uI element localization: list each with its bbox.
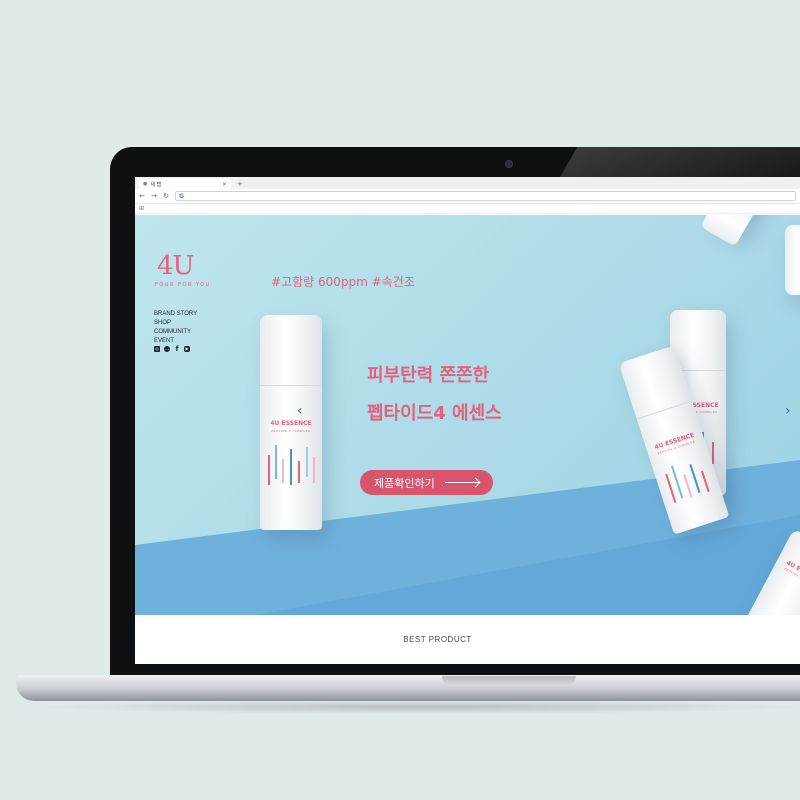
carousel-prev-arrow[interactable]: ‹ bbox=[297, 403, 303, 419]
site-logo[interactable]: 4U bbox=[157, 253, 194, 279]
hero-headline-line1: 피부탄력 쫀쫀한 bbox=[367, 365, 490, 386]
laptop-base bbox=[16, 675, 800, 701]
browser-tab-bar: ● 새 탭 × + bbox=[135, 177, 800, 189]
arrow-right-icon bbox=[444, 482, 479, 483]
instagram-icon[interactable]: ◎ bbox=[154, 346, 160, 352]
reload-icon[interactable]: ↻ bbox=[163, 192, 169, 200]
facebook-icon[interactable]: f bbox=[174, 346, 180, 353]
bottle-sub-label: PEPTIDE 4 COMPLEX bbox=[271, 429, 311, 433]
back-icon[interactable]: ← bbox=[139, 192, 145, 200]
tab-title: 새 탭 bbox=[150, 181, 162, 188]
apps-grid-icon[interactable]: ⊞ bbox=[139, 205, 144, 212]
google-icon: G bbox=[179, 192, 184, 200]
bookmarks-bar: ⊞ bbox=[135, 204, 800, 214]
kakaotalk-icon[interactable]: … bbox=[164, 346, 170, 352]
hero-hashtags: #고함량 600ppm #속건조 bbox=[271, 275, 415, 289]
webcam bbox=[505, 160, 513, 168]
cta-label: 제품확인하기 bbox=[374, 476, 435, 490]
nav-shop[interactable]: SHOP bbox=[154, 319, 197, 327]
new-tab-button[interactable]: + bbox=[237, 180, 243, 188]
laptop-screen: ● 새 탭 × + ← → ↻ G ⊞ 4U ESSENCE PEPTIDE 4… bbox=[135, 177, 800, 664]
browser-toolbar: ← → ↻ G bbox=[135, 189, 800, 204]
best-product-title: BEST PRODUCT bbox=[403, 635, 472, 644]
hero-headline: 피부탄력 쫀쫀한 펩타이드4 에센스 bbox=[367, 357, 502, 433]
nav-community[interactable]: COMMUNITY bbox=[154, 328, 197, 336]
bottle-label: 4U ESSENCE bbox=[270, 420, 312, 427]
product-check-button[interactable]: 제품확인하기 bbox=[360, 470, 493, 495]
best-product-section: BEST PRODUCT bbox=[135, 615, 800, 664]
forward-icon[interactable]: → bbox=[151, 192, 157, 200]
product-bottle-main: 4U ESSENCE PEPTIDE 4 COMPLEX bbox=[260, 315, 322, 530]
social-links: ◎ … f ▶ bbox=[154, 346, 190, 353]
browser-tab[interactable]: ● 새 탭 × bbox=[139, 179, 231, 189]
carousel-next-arrow[interactable]: › bbox=[785, 403, 791, 419]
address-bar[interactable]: G bbox=[175, 191, 796, 201]
nav-event[interactable]: EVENT bbox=[154, 337, 197, 345]
tab-close-icon[interactable]: × bbox=[222, 181, 227, 188]
product-bottle-top-right bbox=[785, 225, 800, 295]
hero-headline-line2: 펩타이드4 에센스 bbox=[367, 403, 502, 424]
laptop-base-notch bbox=[442, 676, 576, 686]
youtube-icon[interactable]: ▶ bbox=[184, 346, 190, 352]
hero-banner: 4U ESSENCE PEPTIDE 4 COMPLEX 4U ESSENCE … bbox=[135, 215, 800, 615]
tab-favicon-icon: ● bbox=[143, 181, 148, 187]
nav-brand-story[interactable]: BRAND STORY bbox=[154, 310, 197, 318]
site-nav: BRAND STORY SHOP COMMUNITY EVENT bbox=[154, 310, 197, 345]
site-logo-tagline: FOUR FOR YOU bbox=[155, 282, 211, 288]
laptop-shadow bbox=[30, 700, 800, 714]
